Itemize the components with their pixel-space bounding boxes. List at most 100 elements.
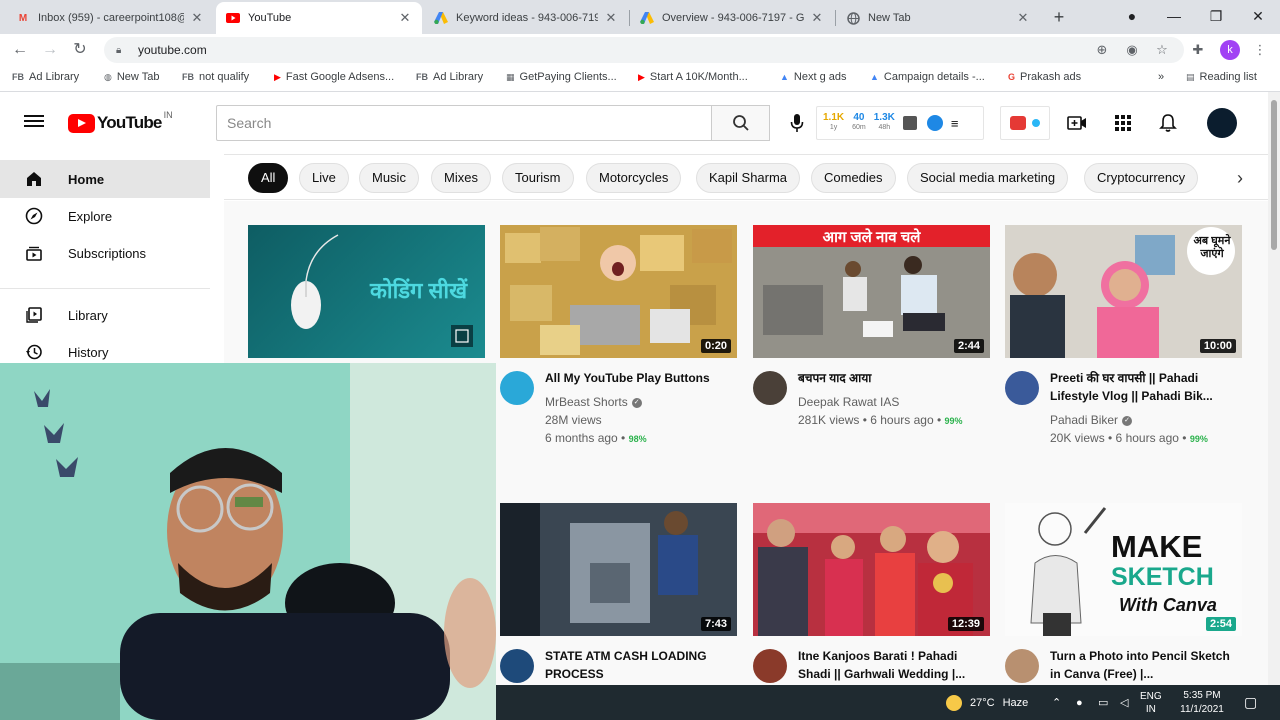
profile-avatar[interactable]: k: [1220, 40, 1240, 60]
video-thumbnail[interactable]: कोडिंग सीखें: [248, 225, 485, 358]
sidebar-item-home[interactable]: Home: [0, 160, 210, 198]
mic-tray-icon[interactable]: ●: [1076, 685, 1083, 720]
chip-kapil-sharma[interactable]: Kapil Sharma: [696, 163, 801, 193]
clock[interactable]: 5:35 PM 11/1/2021: [1172, 685, 1232, 720]
video-thumbnail[interactable]: MAKE SKETCH With Canva 2:54: [1005, 503, 1242, 636]
network-icon[interactable]: ▭: [1098, 685, 1108, 720]
account-avatar[interactable]: [1207, 108, 1237, 138]
channel-name[interactable]: MrBeast Shorts ✓: [545, 395, 642, 409]
chip-motorcycles[interactable]: Motorcycles: [586, 163, 682, 193]
language-indicator[interactable]: ENG IN: [1140, 685, 1162, 720]
install-app-icon[interactable]: ⊕: [1092, 40, 1112, 60]
close-window-icon[interactable]: ✕: [1244, 4, 1272, 28]
vidiq-extension-stats[interactable]: 1.1K 1y 40 60m 1.3K 48h ≡: [816, 106, 984, 140]
vidiq-icon[interactable]: [926, 115, 943, 131]
youtube-logo[interactable]: YouTube IN: [68, 110, 173, 133]
video-title[interactable]: STATE ATM CASH LOADING PROCESS: [545, 647, 735, 683]
chip-music[interactable]: Music: [359, 163, 419, 193]
microphone-icon[interactable]: [786, 112, 808, 134]
reading-list[interactable]: ▤ Reading list: [1186, 71, 1257, 83]
chip-tourism[interactable]: Tourism: [502, 163, 574, 193]
channel-avatar[interactable]: [753, 371, 787, 405]
video-thumbnail[interactable]: अब घूमने जाएंगे 10:00: [1005, 225, 1242, 358]
notification-center-icon[interactable]: ▢: [1244, 685, 1257, 720]
video-thumbnail[interactable]: 0:20: [500, 225, 737, 358]
notifications-bell-icon[interactable]: [1157, 112, 1179, 134]
close-tab-icon[interactable]: ✕: [190, 10, 204, 26]
video-thumbnail[interactable]: आग जले नाव चले 2:44: [753, 225, 990, 358]
scrollbar-thumb[interactable]: [1271, 100, 1277, 250]
close-tab-icon[interactable]: ✕: [398, 10, 412, 26]
close-tab-icon[interactable]: ✕: [810, 10, 824, 26]
back-icon[interactable]: ←: [8, 38, 32, 62]
sidebar-item-subscriptions[interactable]: Subscriptions: [0, 234, 210, 272]
chip-mixes[interactable]: Mixes: [431, 163, 491, 193]
video-title[interactable]: Turn a Photo into Pencil Sketch in Canva…: [1050, 647, 1240, 683]
sidebar-item-explore[interactable]: Explore: [0, 197, 210, 235]
close-tab-icon[interactable]: ✕: [1016, 10, 1030, 26]
bookmark-item[interactable]: FB Ad Library: [416, 71, 483, 83]
chip-all[interactable]: All: [248, 163, 289, 193]
sidebar-item-library[interactable]: Library: [0, 296, 210, 334]
video-title[interactable]: बचपन याद आया: [798, 369, 988, 387]
tab-overview[interactable]: Overview - 943-006-7197 - G ✕: [630, 2, 834, 34]
channel-name[interactable]: Deepak Rawat IAS: [798, 395, 899, 409]
bookmark-item[interactable]: ▦ GetPaying Clients...: [506, 71, 617, 83]
address-bar[interactable]: 🔒︎ youtube.com: [104, 37, 1184, 63]
thumbnail-text: MAKE: [1111, 529, 1203, 564]
tab-keyword-ideas[interactable]: Keyword ideas - 943-006-7197 ✕: [424, 2, 628, 34]
apps-grid-icon[interactable]: [1112, 112, 1134, 134]
list-icon[interactable]: ≡: [951, 116, 959, 131]
tab-gmail[interactable]: M Inbox (959) - careerpoint108@ ✕: [6, 2, 214, 34]
channel-avatar[interactable]: [753, 649, 787, 683]
channel-name[interactable]: Pahadi Biker ✓: [1050, 413, 1133, 427]
bookmark-item[interactable]: ▶ Start A 10K/Month...: [638, 71, 748, 83]
extensions-puzzle-icon[interactable]: ✚: [1188, 40, 1208, 60]
bookmark-star-icon[interactable]: ☆: [1152, 40, 1172, 60]
eye-icon[interactable]: ◉: [1122, 40, 1142, 60]
channel-avatar[interactable]: [1005, 649, 1039, 683]
video-title[interactable]: Preeti की घर वापसी || Pahadi Lifestyle V…: [1050, 369, 1240, 405]
video-thumbnail[interactable]: 7:43: [500, 503, 737, 636]
search-button[interactable]: [712, 105, 770, 141]
bookmark-item[interactable]: ▲ Campaign details -...: [870, 71, 985, 83]
channel-avatar[interactable]: [1005, 371, 1039, 405]
hamburger-menu-icon[interactable]: [24, 112, 44, 132]
volume-icon[interactable]: ◁: [1120, 685, 1128, 720]
tab-search-icon[interactable]: ●: [1118, 4, 1146, 28]
tab-youtube[interactable]: YouTube ✕: [216, 2, 422, 34]
chart-icon[interactable]: [902, 116, 917, 130]
channel-avatar[interactable]: [500, 649, 534, 683]
channel-avatar[interactable]: [500, 371, 534, 405]
chevron-right-icon[interactable]: ›: [1228, 165, 1252, 191]
video-title[interactable]: All My YouTube Play Buttons: [545, 369, 735, 387]
video-thumbnail[interactable]: 12:39: [753, 503, 990, 636]
reload-icon[interactable]: ↻: [68, 38, 92, 62]
chip-cryptocurrency[interactable]: Cryptocurrency: [1084, 163, 1199, 193]
chip-live[interactable]: Live: [299, 163, 349, 193]
chevron-up-icon[interactable]: ⌃: [1052, 685, 1061, 720]
search-input[interactable]: Search: [216, 105, 712, 141]
minimize-icon[interactable]: —: [1160, 4, 1188, 28]
new-tab-button[interactable]: +: [1048, 6, 1070, 28]
chip-comedies[interactable]: Comedies: [811, 163, 896, 193]
forward-icon[interactable]: →: [38, 38, 62, 62]
tab-new-tab[interactable]: New Tab ✕: [836, 2, 1040, 34]
bookmark-item[interactable]: G Prakash ads: [1008, 71, 1081, 83]
video-title[interactable]: Itne Kanjoos Barati ! Pahadi Shadi || Ga…: [798, 647, 988, 683]
bookmark-item[interactable]: ▶ Fast Google Adsens...: [274, 71, 394, 83]
more-bookmarks-icon[interactable]: »: [1158, 71, 1164, 83]
chip-social-media-marketing[interactable]: Social media marketing: [907, 163, 1069, 193]
menu-kebab-icon[interactable]: ⋮: [1250, 40, 1270, 60]
bookmark-item[interactable]: FB not qualify: [182, 71, 249, 83]
bookmark-item[interactable]: FB Ad Library: [12, 71, 79, 83]
close-tab-icon[interactable]: ✕: [604, 10, 618, 26]
tab-title: Inbox (959) - careerpoint108@: [38, 12, 184, 24]
restore-icon[interactable]: ❐: [1202, 4, 1230, 28]
page-scrollbar[interactable]: [1268, 92, 1280, 685]
tubebuddy-extension[interactable]: [1000, 106, 1050, 140]
weather-widget[interactable]: 27°C Haze: [946, 685, 1028, 720]
bookmark-item[interactable]: ▲ Next g ads: [780, 71, 847, 83]
create-video-icon[interactable]: [1066, 112, 1088, 134]
bookmark-item[interactable]: ◍ New Tab: [104, 71, 159, 83]
